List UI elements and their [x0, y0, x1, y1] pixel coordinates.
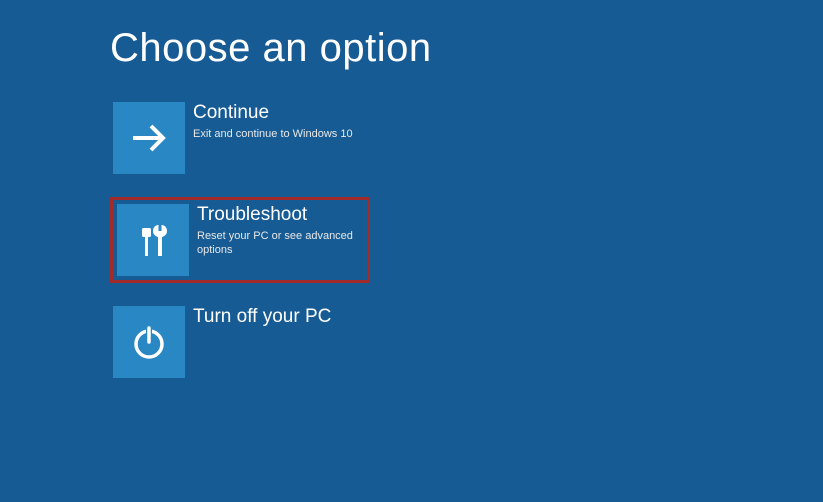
option-title: Troubleshoot [197, 204, 363, 227]
page-title: Choose an option [110, 26, 823, 71]
option-title: Turn off your PC [193, 306, 331, 329]
option-subtitle: Reset your PC or see advanced options [197, 229, 363, 258]
option-turn-off[interactable]: Turn off your PC [110, 303, 365, 381]
option-title: Continue [193, 102, 353, 125]
power-icon [113, 306, 185, 378]
option-troubleshoot[interactable]: Troubleshoot Reset your PC or see advanc… [110, 197, 370, 283]
arrow-right-icon [113, 102, 185, 174]
option-continue[interactable]: Continue Exit and continue to Windows 10 [110, 99, 365, 177]
tools-icon [117, 204, 189, 276]
option-subtitle: Exit and continue to Windows 10 [193, 127, 353, 141]
